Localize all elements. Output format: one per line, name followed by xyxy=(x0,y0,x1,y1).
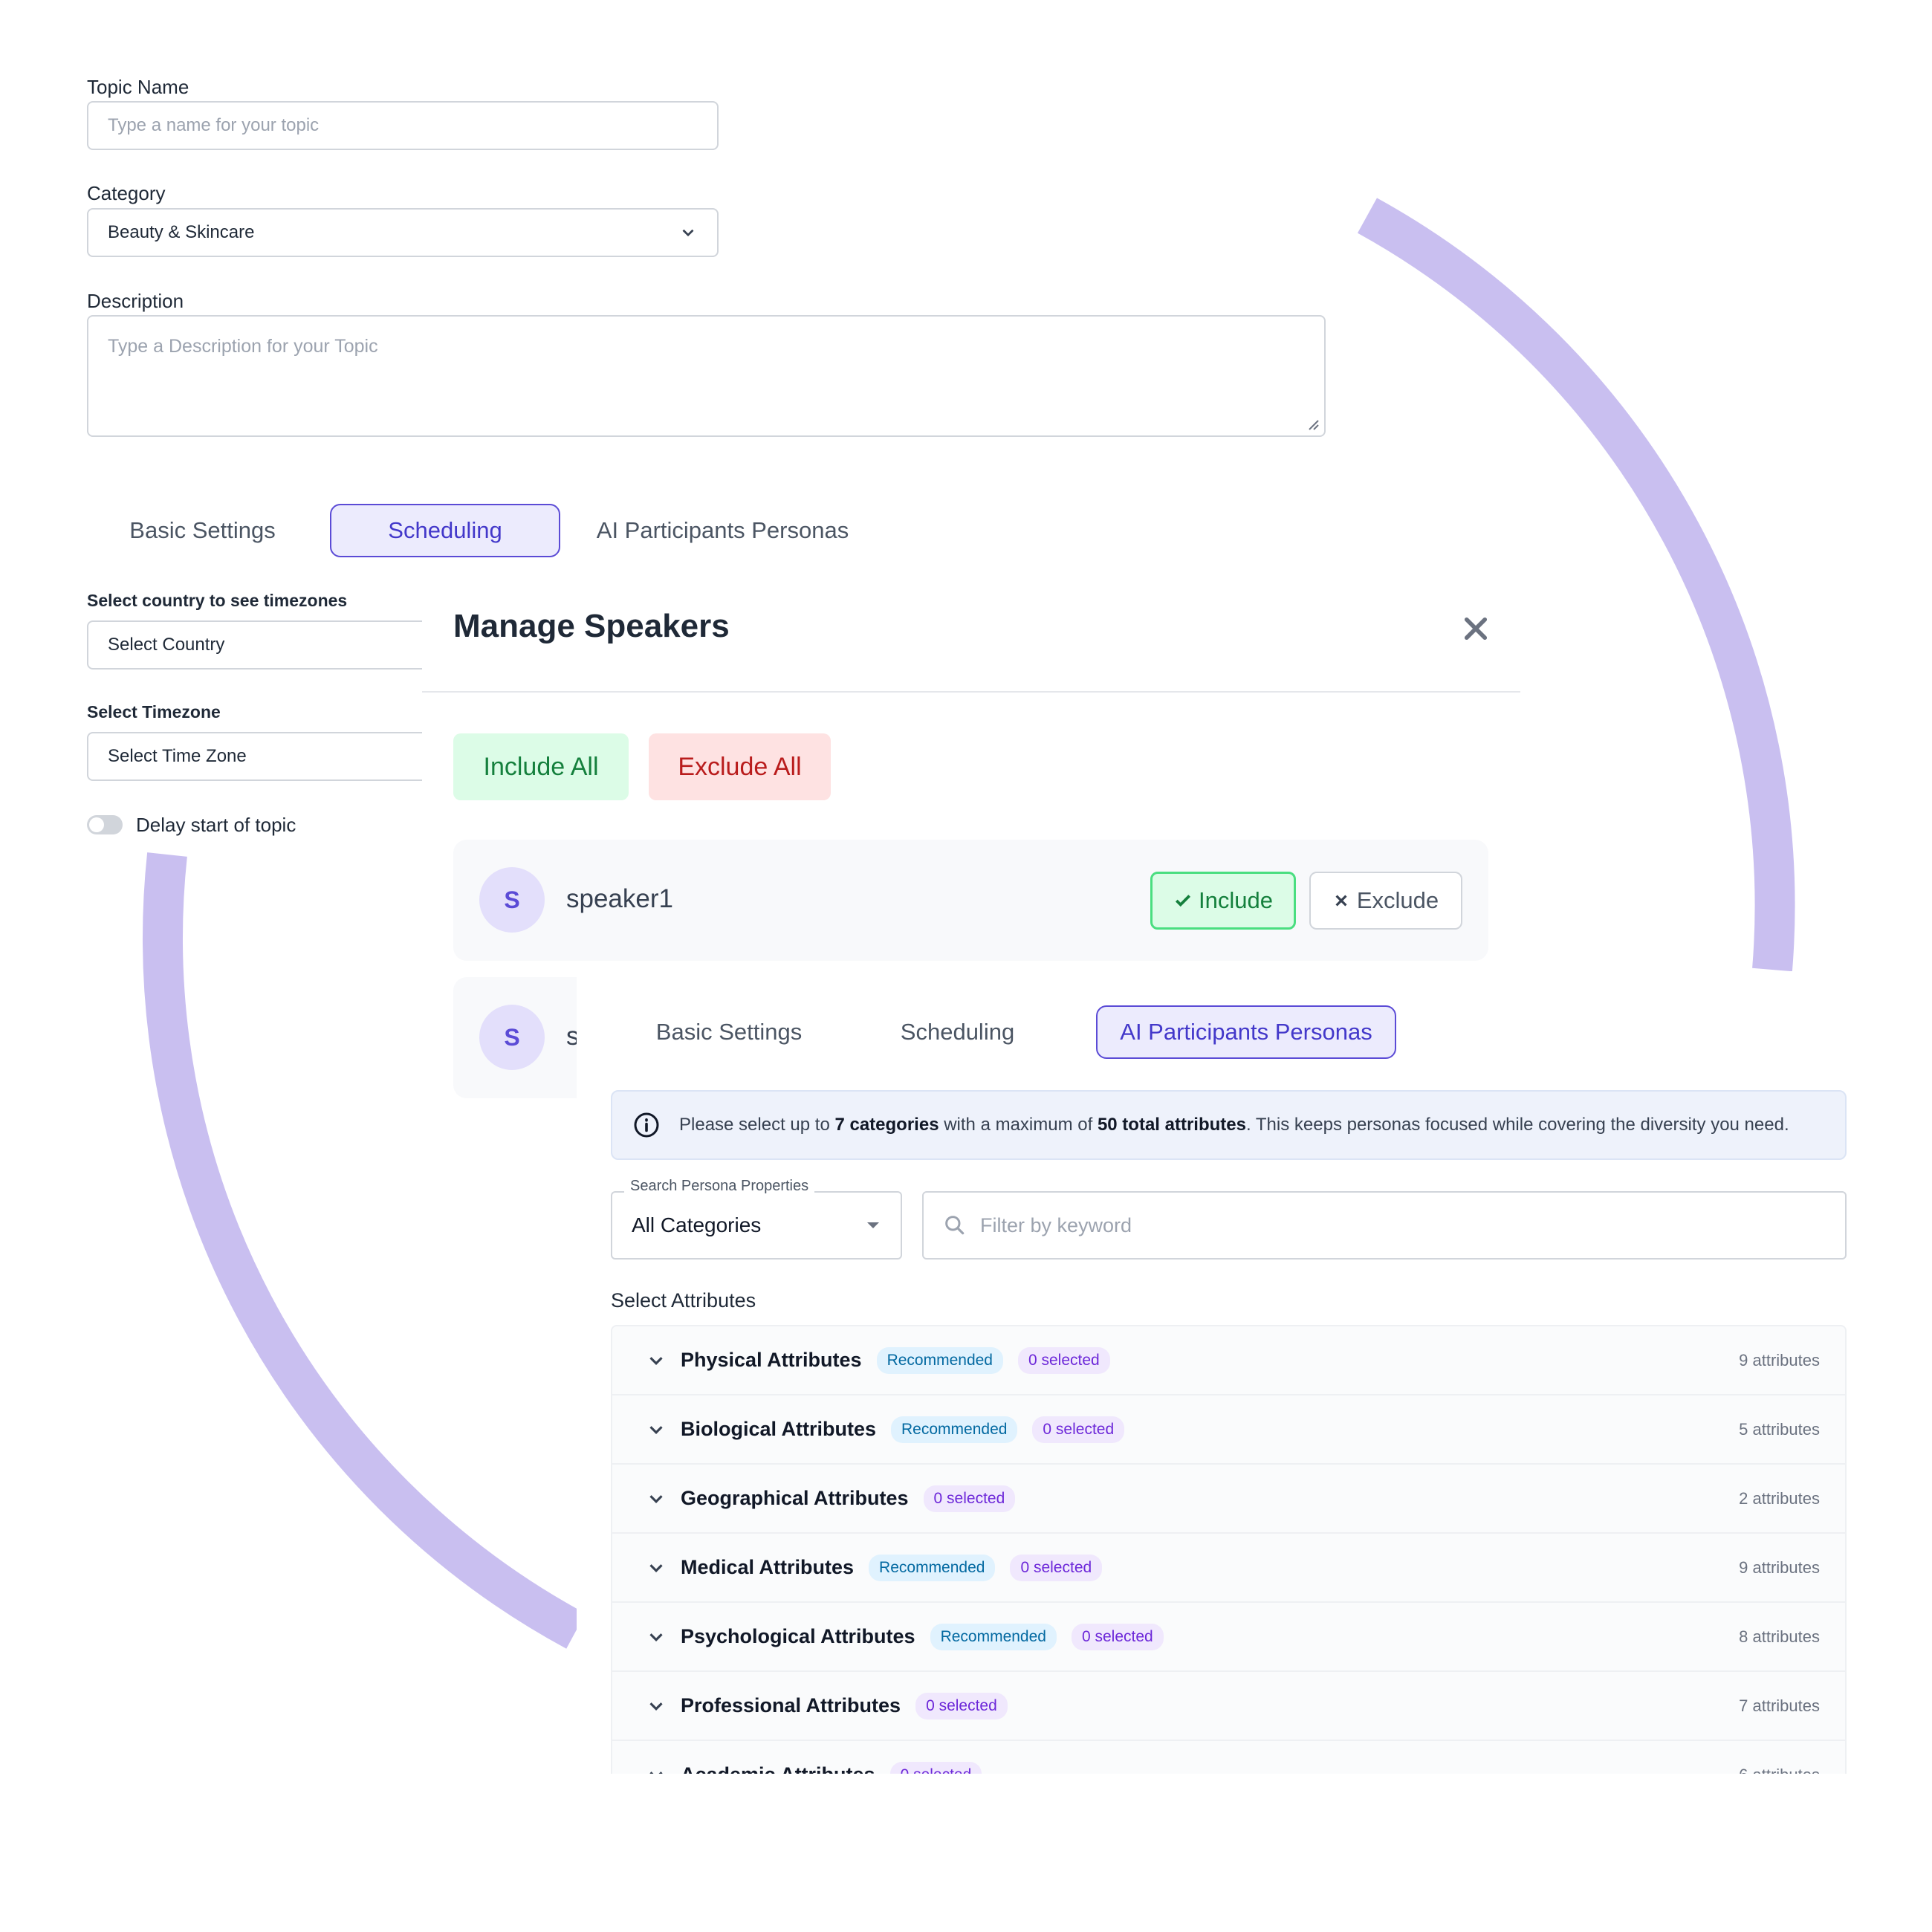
include-label: Include xyxy=(1199,887,1273,913)
info-icon xyxy=(634,1112,659,1138)
search-icon xyxy=(945,1216,965,1235)
category-select[interactable]: Beauty & Skincare xyxy=(87,208,719,257)
selected-count-badge: 0 selected xyxy=(915,1692,1008,1719)
selected-count-badge: 0 selected xyxy=(1071,1623,1164,1650)
exclude-button[interactable]: Exclude xyxy=(1309,872,1462,930)
category-row-psychological[interactable]: Psychological Attributes Recommended 0 s… xyxy=(612,1603,1845,1672)
description-placeholder: Type a Description for your Topic xyxy=(108,336,378,357)
x-icon xyxy=(1335,895,1347,907)
tab-ai-participants-personas[interactable]: AI Participants Personas xyxy=(1096,1005,1396,1059)
attribute-count: 9 attributes xyxy=(1739,1350,1820,1369)
personas-panel: Basic Settings Scheduling AI Participant… xyxy=(577,971,1870,1774)
attribute-count: 6 attributes xyxy=(1739,1766,1820,1774)
search-persona-label: Search Persona Properties xyxy=(624,1178,815,1195)
recommended-badge: Recommended xyxy=(876,1346,1003,1374)
include-all-button[interactable]: Include All xyxy=(453,733,629,800)
close-icon[interactable] xyxy=(1460,613,1491,644)
attribute-count: 7 attributes xyxy=(1739,1696,1820,1715)
modal-divider xyxy=(422,691,1520,693)
selected-count-badge: 0 selected xyxy=(1032,1416,1125,1443)
country-value: Select Country xyxy=(108,635,225,655)
selected-count-badge: 0 selected xyxy=(889,1761,982,1774)
attribute-category-list: Physical Attributes Recommended 0 select… xyxy=(611,1325,1847,1774)
tab-scheduling[interactable]: Scheduling xyxy=(863,1005,1052,1059)
info-text: Please select up to 7 categories with a … xyxy=(679,1115,1789,1135)
category-name: Medical Attributes xyxy=(681,1556,855,1578)
select-attributes-label: Select Attributes xyxy=(611,1289,756,1312)
keyword-filter-placeholder: Filter by keyword xyxy=(980,1213,1132,1236)
attribute-count: 9 attributes xyxy=(1739,1557,1820,1577)
recommended-badge: Recommended xyxy=(930,1623,1057,1650)
country-label: Select country to see timezones xyxy=(87,591,348,610)
category-value: Beauty & Skincare xyxy=(108,222,255,242)
topic-name-label: Topic Name xyxy=(87,76,189,98)
category-row-professional[interactable]: Professional Attributes 0 selected 7 att… xyxy=(612,1672,1845,1741)
avatar: S xyxy=(479,1005,545,1070)
caret-down-icon xyxy=(867,1222,879,1228)
category-name: Psychological Attributes xyxy=(681,1625,915,1647)
delay-label: Delay start of topic xyxy=(136,814,296,836)
category-name: Academic Attributes xyxy=(681,1763,875,1774)
category-filter-value: All Categories xyxy=(632,1213,762,1236)
category-name: Biological Attributes xyxy=(681,1418,877,1440)
speaker-card: S speaker1 Include Exclude xyxy=(453,840,1488,961)
chevron-down-icon[interactable] xyxy=(645,1557,667,1579)
timezone-value: Select Time Zone xyxy=(108,746,247,766)
chevron-down-icon[interactable] xyxy=(645,1349,667,1372)
keyword-filter-input[interactable]: Filter by keyword xyxy=(922,1191,1847,1260)
tab-basic-settings[interactable]: Basic Settings xyxy=(621,1005,837,1059)
resize-handle-icon[interactable] xyxy=(1306,418,1320,431)
timezone-label: Select Timezone xyxy=(87,702,221,722)
include-button[interactable]: Include xyxy=(1150,872,1296,930)
topic-name-placeholder: Type a name for your topic xyxy=(108,115,320,135)
category-label: Category xyxy=(87,182,166,204)
recommended-badge: Recommended xyxy=(891,1416,1018,1443)
selected-count-badge: 0 selected xyxy=(1017,1346,1110,1374)
chevron-down-icon[interactable] xyxy=(645,1764,667,1774)
chevron-down-icon xyxy=(682,229,694,237)
description-textarea[interactable]: Type a Description for your Topic xyxy=(87,315,1326,437)
crop-mask xyxy=(565,1774,1902,1922)
category-row-physical[interactable]: Physical Attributes Recommended 0 select… xyxy=(612,1326,1845,1395)
tab-basic-settings-back[interactable]: Basic Settings xyxy=(111,504,294,557)
category-row-medical[interactable]: Medical Attributes Recommended 0 selecte… xyxy=(612,1534,1845,1603)
chevron-down-icon[interactable] xyxy=(645,1626,667,1648)
tab-scheduling-back[interactable]: Scheduling xyxy=(330,504,560,557)
attribute-count: 8 attributes xyxy=(1739,1627,1820,1646)
check-icon xyxy=(1176,895,1191,907)
chevron-down-icon[interactable] xyxy=(645,1419,667,1441)
selected-count-badge: 0 selected xyxy=(1010,1554,1103,1581)
topic-name-input[interactable]: Type a name for your topic xyxy=(87,101,719,150)
category-row-academic[interactable]: Academic Attributes 0 selected 6 attribu… xyxy=(612,1741,1845,1774)
attribute-count: 2 attributes xyxy=(1739,1488,1820,1508)
chevron-down-icon[interactable] xyxy=(645,1695,667,1717)
category-name: Professional Attributes xyxy=(681,1694,901,1717)
category-row-biological[interactable]: Biological Attributes Recommended 0 sele… xyxy=(612,1395,1845,1465)
modal-title: Manage Speakers xyxy=(453,608,730,644)
delay-toggle[interactable] xyxy=(87,815,123,834)
category-name: Geographical Attributes xyxy=(681,1487,909,1509)
category-filter-select[interactable]: All Categories xyxy=(611,1191,902,1260)
selected-count-badge: 0 selected xyxy=(923,1485,1016,1512)
speaker-name: speaker1 xyxy=(566,884,673,913)
category-name: Physical Attributes xyxy=(681,1349,862,1371)
exclude-label: Exclude xyxy=(1356,887,1439,913)
description-label: Description xyxy=(87,290,184,312)
tab-ai-personas-back[interactable]: AI Participants Personas xyxy=(594,504,851,557)
info-banner: Please select up to 7 categories with a … xyxy=(611,1090,1847,1160)
recommended-badge: Recommended xyxy=(869,1554,996,1581)
avatar: S xyxy=(479,867,545,933)
chevron-down-icon[interactable] xyxy=(645,1488,667,1510)
exclude-all-button[interactable]: Exclude All xyxy=(649,733,831,800)
attribute-count: 5 attributes xyxy=(1739,1419,1820,1439)
category-row-geographical[interactable]: Geographical Attributes 0 selected 2 att… xyxy=(612,1465,1845,1534)
